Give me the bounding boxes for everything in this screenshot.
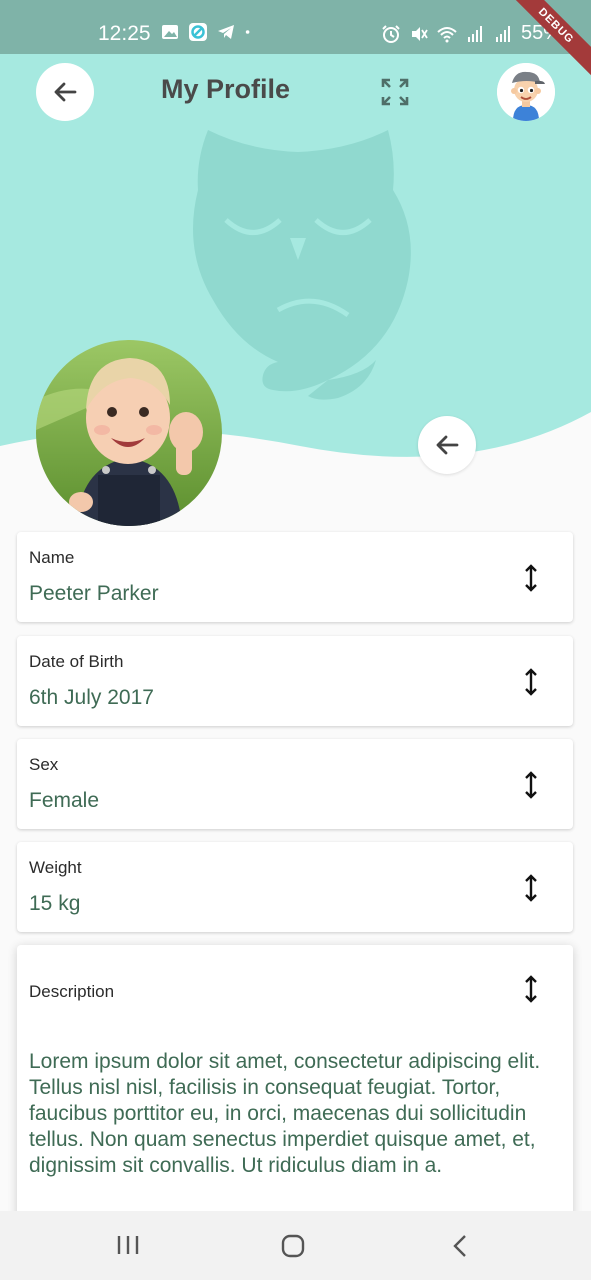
dob-card[interactable]: Date of Birth 6th July 2017 — [17, 636, 573, 726]
status-bar: 12:25 55% — [0, 0, 591, 54]
chevron-left-icon[interactable] — [450, 1233, 470, 1259]
status-system-icons: 55% — [381, 22, 561, 45]
status-notification-icons — [160, 22, 256, 42]
expand-icon — [381, 78, 409, 106]
resize-vertical-icon[interactable] — [525, 564, 537, 592]
user-avatar[interactable] — [497, 63, 555, 121]
weight-label: Weight — [29, 858, 82, 877]
dob-label: Date of Birth — [29, 652, 124, 671]
name-card[interactable]: Name Peeter Parker — [17, 532, 573, 622]
description-text: Lorem ipsum dolor sit amet, consectetur … — [29, 1050, 541, 1177]
resize-vertical-icon[interactable] — [525, 874, 537, 902]
back-button[interactable] — [36, 63, 94, 121]
owl-logo-watermark — [193, 130, 411, 400]
alarm-icon — [382, 24, 400, 43]
signal-icon — [467, 25, 482, 42]
profile-photo[interactable] — [36, 340, 222, 526]
mute-icon — [411, 26, 428, 41]
recent-apps-icon[interactable] — [116, 1233, 140, 1257]
sex-card[interactable]: Sex Female — [17, 739, 573, 829]
resize-vertical-icon[interactable] — [525, 975, 537, 1003]
photo-back-button[interactable] — [418, 416, 476, 474]
weight-value: 15 kg — [29, 892, 81, 915]
system-navigation-bar — [0, 1211, 591, 1280]
wifi-icon — [437, 26, 457, 42]
sex-value: Female — [29, 789, 100, 812]
expand-button[interactable] — [380, 77, 410, 112]
status-time: 12:25 — [98, 22, 151, 45]
name-value: Peeter Parker — [29, 582, 159, 605]
arrow-left-icon — [54, 82, 77, 102]
resize-vertical-icon[interactable] — [525, 771, 537, 799]
dob-value: 6th July 2017 — [29, 686, 154, 709]
name-label: Name — [29, 548, 75, 567]
app-icon — [189, 23, 207, 41]
description-card[interactable]: Description Lorem ipsum dolor sit amet, … — [17, 945, 573, 1225]
dot-icon — [245, 30, 250, 34]
telegram-icon — [218, 25, 234, 39]
cartoon-boy-avatar-icon — [497, 63, 555, 121]
sex-label: Sex — [29, 755, 59, 774]
page-title: My Profile — [161, 74, 291, 104]
baby-photo-image — [36, 340, 222, 526]
description-label: Description — [29, 982, 115, 1001]
home-icon[interactable] — [280, 1233, 306, 1259]
gallery-icon — [162, 25, 178, 39]
arrow-left-icon — [436, 435, 459, 455]
signal-icon-2 — [495, 25, 510, 42]
weight-card[interactable]: Weight 15 kg — [17, 842, 573, 932]
resize-vertical-icon[interactable] — [525, 668, 537, 696]
